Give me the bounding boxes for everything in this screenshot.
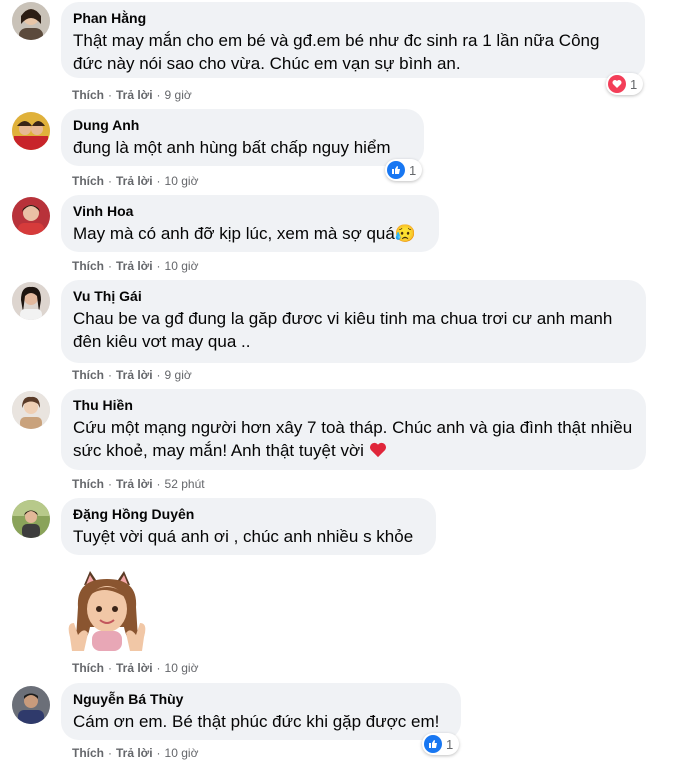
reply-link[interactable]: Trả lời xyxy=(116,477,153,491)
cat-ear-girl-sticker xyxy=(68,571,146,651)
comment-actions: Thích · Trả lời · 10 giờ xyxy=(72,746,199,760)
like-reaction-icon xyxy=(424,735,442,753)
comment-bubble: Dung Anh đung là một anh hùng bất chấp n… xyxy=(61,109,424,166)
avatar[interactable] xyxy=(12,282,50,320)
comment-text: Cứu một mạng người hơn xây 7 toà tháp. C… xyxy=(73,418,633,460)
comment-actions: Thích · Trả lời · 9 giờ xyxy=(72,88,192,102)
reply-link[interactable]: Trả lời xyxy=(116,661,153,675)
comment-actions: Thích · Trả lời · 10 giờ xyxy=(72,661,199,675)
comment-text: Cám ơn em. Bé thật phúc đức khi gặp được… xyxy=(73,712,440,731)
comment-bubble: Thu Hiền Cứu một mạng người hơn xây 7 to… xyxy=(61,389,646,470)
comment-bubble: Phan Hằng Thật may mắn cho em bé và gđ.e… xyxy=(61,2,645,78)
reaction-number: 1 xyxy=(446,736,454,752)
timestamp[interactable]: 10 giờ xyxy=(165,661,199,675)
comment-text: May mà có anh đỡ kịp lúc, xem mà sợ quá😥 xyxy=(73,224,416,243)
like-link[interactable]: Thích xyxy=(72,477,104,491)
timestamp[interactable]: 10 giờ xyxy=(165,174,199,188)
like-link[interactable]: Thích xyxy=(72,661,104,675)
like-link[interactable]: Thích xyxy=(72,368,104,382)
commenter-name[interactable]: Vinh Hoa xyxy=(73,202,427,220)
like-link[interactable]: Thích xyxy=(72,259,104,273)
comment-bubble: Nguyễn Bá Thùy Cám ơn em. Bé thật phúc đ… xyxy=(61,683,461,740)
comment-actions: Thích · Trả lời · 10 giờ xyxy=(72,259,199,273)
comment-text: Chau be va gđ đung la găp đươc vi kiêu t… xyxy=(73,309,613,351)
reply-link[interactable]: Trả lời xyxy=(116,259,153,273)
reply-link[interactable]: Trả lời xyxy=(116,746,153,760)
comment-bubble: Vu Thị Gái Chau be va gđ đung la găp đươ… xyxy=(61,280,646,363)
reaction-count[interactable]: 1 xyxy=(385,159,423,181)
timestamp[interactable]: 9 giờ xyxy=(165,88,192,102)
timestamp[interactable]: 52 phút xyxy=(165,477,205,491)
comment-actions: Thích · Trả lời · 10 giờ xyxy=(72,174,199,188)
comment-text: Tuyệt vời quá anh ơi , chúc anh nhiều s … xyxy=(73,527,414,546)
timestamp[interactable]: 10 giờ xyxy=(165,259,199,273)
commenter-name[interactable]: Dung Anh xyxy=(73,116,412,134)
timestamp[interactable]: 9 giờ xyxy=(165,368,192,382)
avatar[interactable] xyxy=(12,2,50,40)
comment-actions: Thích · Trả lời · 9 giờ xyxy=(72,368,192,382)
commenter-name[interactable]: Đặng Hồng Duyên xyxy=(73,505,424,523)
reaction-count[interactable]: 1 xyxy=(606,73,644,95)
avatar[interactable] xyxy=(12,500,50,538)
comment-bubble: Đặng Hồng Duyên Tuyệt vời quá anh ơi , c… xyxy=(61,498,436,555)
like-link[interactable]: Thích xyxy=(72,746,104,760)
commenter-name[interactable]: Thu Hiền xyxy=(73,396,634,414)
comment-bubble: Vinh Hoa May mà có anh đỡ kịp lúc, xem m… xyxy=(61,195,439,252)
commenter-name[interactable]: Vu Thị Gái xyxy=(73,287,634,305)
avatar[interactable] xyxy=(12,112,50,150)
like-link[interactable]: Thích xyxy=(72,88,104,102)
timestamp[interactable]: 10 giờ xyxy=(165,746,199,760)
reaction-number: 1 xyxy=(630,76,638,92)
reply-link[interactable]: Trả lời xyxy=(116,368,153,382)
avatar[interactable] xyxy=(12,197,50,235)
commenter-name[interactable]: Nguyễn Bá Thùy xyxy=(73,690,449,708)
reply-link[interactable]: Trả lời xyxy=(116,88,153,102)
avatar[interactable] xyxy=(12,686,50,724)
comment-text: Thật may mắn cho em bé và gđ.em bé như đ… xyxy=(73,31,600,73)
like-reaction-icon xyxy=(387,161,405,179)
reply-link[interactable]: Trả lời xyxy=(116,174,153,188)
comment-text: đung là một anh hùng bất chấp nguy hiểm xyxy=(73,138,391,157)
commenter-name[interactable]: Phan Hằng xyxy=(73,9,633,27)
comment-actions: Thích · Trả lời · 52 phút xyxy=(72,477,205,491)
reaction-number: 1 xyxy=(409,162,417,178)
avatar[interactable] xyxy=(12,391,50,429)
red-heart-icon xyxy=(369,442,386,458)
like-link[interactable]: Thích xyxy=(72,174,104,188)
heart-reaction-icon xyxy=(608,75,626,93)
